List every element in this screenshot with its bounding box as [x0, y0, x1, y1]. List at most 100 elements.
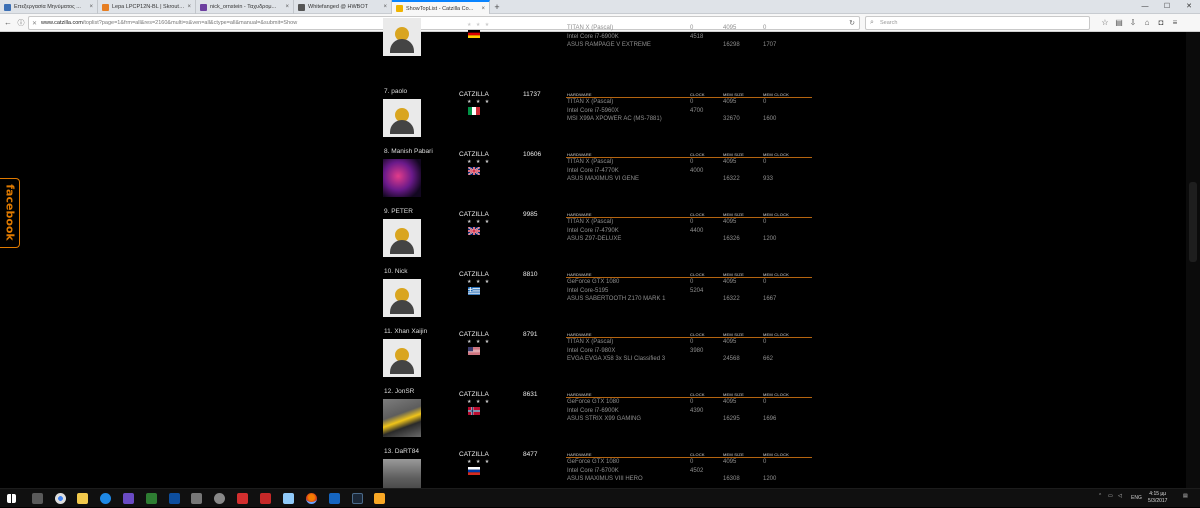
spec-row: Intel Core i7-6900K 4518 [566, 33, 812, 42]
user-avatar[interactable] [383, 399, 421, 437]
tab-favicon-icon [4, 3, 11, 11]
spec-row: ASUS SABERTOOTH Z170 MARK 1 16322 1667 [566, 295, 812, 304]
hardware-name: Intel Core i7-4790K [567, 227, 619, 234]
steam-icon[interactable] [352, 493, 363, 504]
team-name[interactable]: CATZILLA [459, 391, 489, 398]
file-explorer-icon[interactable] [77, 493, 88, 504]
hardware-name: GeForce GTX 1080 [567, 399, 620, 405]
tray-network-icon[interactable]: ▭ [1108, 493, 1113, 499]
browser-tab-3[interactable]: nick_ornstein - Ταχυδρομ... × [196, 0, 294, 14]
entry-username[interactable]: 11. Xhan Xaijin [384, 328, 427, 335]
hardware-name: ASUS MAXIMUS VI GENE [567, 176, 640, 182]
team-name[interactable]: CATZILLA [459, 451, 489, 458]
rating-stars: ★ ★ ★ [467, 99, 491, 105]
browser-tab-2[interactable]: Lepa LPCP12N-BL | Skroutz... × [98, 0, 196, 14]
maximize-button[interactable]: ☐ [1156, 0, 1178, 14]
user-avatar[interactable] [383, 18, 421, 56]
taskbar-clock[interactable]: 4:15 μμ 5/3/2017 [1148, 491, 1167, 505]
mem-clock-header: MEM CLOCK [763, 92, 790, 97]
mem-size-header: MEM SIZE [723, 212, 744, 217]
browser-tab-1[interactable]: Επεξεργασία Μηνύματος ... × [0, 0, 98, 14]
app-yellow-icon[interactable] [374, 493, 385, 504]
app-mountain-icon[interactable] [191, 493, 202, 504]
team-name[interactable]: CATZILLA [459, 151, 489, 158]
app-green-icon[interactable] [146, 493, 157, 504]
start-windows-icon[interactable] [7, 494, 16, 503]
mem-clock-header: MEM CLOCK [763, 392, 790, 397]
back-button[interactable]: ← [2, 18, 14, 27]
app-red-bolt-icon[interactable] [237, 493, 248, 504]
notifications-icon[interactable]: ▤ [1183, 493, 1188, 499]
pocket-icon[interactable]: ◘ [1154, 16, 1168, 30]
team-name[interactable]: CATZILLA [459, 271, 489, 278]
info-icon[interactable]: ⓘ [15, 18, 27, 28]
tray-volume-icon[interactable]: ◁ [1118, 493, 1122, 499]
entry-username[interactable]: 9. PETER [384, 208, 413, 215]
browser-tab-4[interactable]: Whitefanged @ HWBOT × [294, 0, 392, 14]
browser-tab-5-active[interactable]: ShowTopList - Catzilla Co... × [392, 0, 490, 15]
user-avatar[interactable] [383, 279, 421, 317]
spec-row: ASUS Z97-DELUXE 16326 1200 [566, 235, 812, 244]
chrome-icon[interactable] [55, 493, 66, 504]
team-name[interactable]: CATZILLA [459, 91, 489, 98]
tab-close-icon[interactable]: × [383, 4, 387, 10]
mem-clock-header: MEM CLOCK [763, 212, 790, 217]
app-blue-icon[interactable] [329, 493, 340, 504]
team-name[interactable]: CATZILLA [459, 331, 489, 338]
reload-icon[interactable]: ↻ [849, 19, 855, 27]
default-avatar-body [390, 120, 414, 134]
entry-username[interactable]: 8. Manish Pabari [384, 148, 433, 155]
app-grey-circle-icon[interactable] [214, 493, 225, 504]
hardware-name: TITAN X (Pascal) [567, 339, 614, 345]
firefox-icon[interactable] [306, 493, 317, 504]
search-input[interactable]: ⌕ Search [865, 16, 1090, 30]
spec-row: GeForce GTX 1080 0 4095 0 [566, 278, 812, 287]
mem-clock-value: 0 [763, 99, 767, 105]
country-flag-icon [468, 287, 480, 295]
mem-clock-header: MEM CLOCK [763, 332, 790, 337]
team-name[interactable]: CATZILLA [459, 211, 489, 218]
entry-username[interactable]: 12. JonSR [384, 388, 414, 395]
aida64-icon[interactable] [260, 493, 271, 504]
logitech-icon[interactable] [169, 493, 180, 504]
scrollbar-thumb[interactable] [1189, 182, 1197, 262]
menu-icon[interactable]: ≡ [1168, 16, 1182, 30]
mem-size-value: 16326 [723, 236, 740, 242]
score-value: 8810 [523, 271, 538, 278]
home-icon[interactable]: ⌂ [1140, 16, 1154, 30]
hardware-spec-table: HARDWARE CLOCK MEM SIZE MEM CLOCK TITAN X (P… [566, 332, 812, 364]
user-avatar[interactable] [383, 339, 421, 377]
user-avatar[interactable] [383, 219, 421, 257]
new-tab-button[interactable]: + [490, 0, 504, 13]
minimize-button[interactable]: — [1134, 0, 1156, 14]
tray-language[interactable]: ENG [1131, 495, 1142, 501]
mem-clock-value: 0 [763, 159, 767, 165]
hardware-name: ASUS SABERTOOTH Z170 MARK 1 [567, 296, 666, 302]
entry-username[interactable]: 10. Nick [384, 268, 407, 275]
mem-size-header: MEM SIZE [723, 392, 744, 397]
toplist-entry: 9. PETER CATZILLA ★ ★ ★ 9985 HARDWARE CLOCK ME… [383, 208, 823, 268]
entry-username[interactable]: 7. paolo [384, 88, 407, 95]
entry-username[interactable]: 13. DaRT84 [384, 448, 419, 455]
tab-close-icon[interactable]: × [187, 4, 191, 10]
bookmark-star-icon[interactable]: ☆ [1098, 16, 1112, 30]
close-window-button[interactable]: ✕ [1178, 0, 1200, 14]
tab-close-icon[interactable]: × [481, 6, 485, 12]
reading-list-icon[interactable]: ▤ [1112, 16, 1126, 30]
url-path: /toplist?page=1&frm=all&res=2160&multi=s… [82, 20, 298, 26]
app-purple-icon[interactable] [123, 493, 134, 504]
calculator-icon[interactable] [32, 493, 43, 504]
app-blue-doc-icon[interactable] [283, 493, 294, 504]
tab-close-icon[interactable]: × [89, 4, 93, 10]
tray-chevron-icon[interactable]: ⌃ [1098, 493, 1102, 499]
mem-size-header: MEM SIZE [723, 92, 744, 97]
user-avatar[interactable] [383, 159, 421, 197]
facebook-side-tab[interactable]: facebook [0, 178, 20, 248]
user-avatar[interactable] [383, 99, 421, 137]
downloads-icon[interactable]: ⇩ [1126, 16, 1140, 30]
tab-close-icon[interactable]: × [285, 4, 289, 10]
mem-size-value: 4095 [723, 25, 737, 31]
edge-browser-icon[interactable] [100, 493, 111, 504]
page-scrollbar[interactable] [1186, 32, 1200, 488]
spec-row: TITAN X (Pascal) 0 4095 0 [566, 218, 812, 227]
